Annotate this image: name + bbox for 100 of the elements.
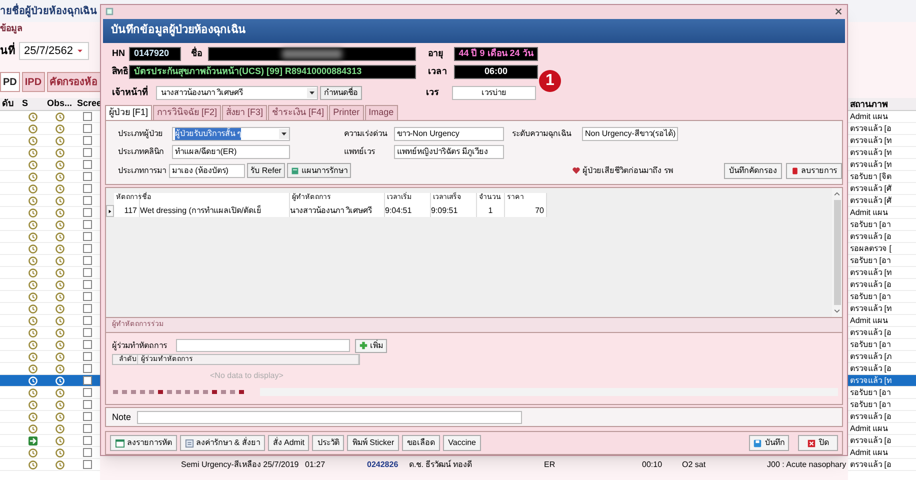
table-row[interactable] xyxy=(0,123,100,135)
checkbox[interactable] xyxy=(83,388,92,397)
set-name-button[interactable]: กำหนดชื่อ xyxy=(320,86,362,100)
table-row[interactable] xyxy=(0,339,100,351)
checkbox[interactable] xyxy=(83,124,92,133)
close-button[interactable]: ปิด xyxy=(798,435,838,452)
tab[interactable]: สั่งยา [F3] xyxy=(222,104,268,120)
table-row[interactable] xyxy=(0,135,100,147)
tab[interactable]: Image xyxy=(364,104,398,120)
checkbox[interactable] xyxy=(83,292,92,301)
treatment-plan-button[interactable]: แผนการรักษา xyxy=(287,163,352,178)
table-row[interactable] xyxy=(0,399,100,411)
table-row[interactable] xyxy=(0,159,100,171)
delete-button[interactable]: ลบรายการ xyxy=(786,162,842,179)
checkbox[interactable] xyxy=(83,244,92,253)
table-row[interactable] xyxy=(0,279,100,291)
table-row[interactable] xyxy=(0,375,100,387)
checkbox[interactable] xyxy=(83,184,92,193)
action-button[interactable]: พิมพ์ Sticker xyxy=(347,435,400,452)
checkbox[interactable] xyxy=(83,304,92,313)
tab[interactable]: ผู้ป่วย [F1] xyxy=(105,104,152,120)
table-row[interactable] xyxy=(0,183,100,195)
checkbox[interactable] xyxy=(83,400,92,409)
action-button[interactable]: ประวัติ xyxy=(312,435,344,452)
tab[interactable]: IPD xyxy=(22,72,45,92)
menu-item[interactable]: ข้อมูล xyxy=(0,22,23,36)
checkbox[interactable] xyxy=(83,376,92,385)
checkbox[interactable] xyxy=(83,316,92,325)
scroll-down-icon[interactable] xyxy=(833,307,841,316)
date-field[interactable]: 25/7/2562 xyxy=(19,42,89,60)
table-row[interactable] xyxy=(0,267,100,279)
table-row[interactable] xyxy=(0,111,100,123)
table-row[interactable] xyxy=(0,255,100,267)
assistant-input-field[interactable] xyxy=(176,339,350,352)
checkbox[interactable] xyxy=(83,136,92,145)
urgency-field[interactable]: ขาว-Non Urgency xyxy=(394,127,504,142)
refer-button[interactable]: รับ Refer xyxy=(246,163,286,178)
checkbox[interactable] xyxy=(83,340,92,349)
table-row[interactable] xyxy=(0,303,100,315)
save-screening-button[interactable]: บันทึกคัดกรอง xyxy=(724,162,782,179)
action-button[interactable]: ลงรายการหัต xyxy=(110,435,177,452)
add-button[interactable]: เพิ่ม xyxy=(355,338,387,352)
checkbox[interactable] xyxy=(83,172,92,181)
table-row[interactable] xyxy=(0,147,100,159)
emergency-level-field[interactable]: Non Urgency-สีขาว(รอได้) xyxy=(582,127,678,142)
table-row[interactable] xyxy=(0,459,100,471)
tab[interactable]: การวินิจฉัย [F2] xyxy=(153,104,222,120)
checkbox[interactable] xyxy=(83,220,92,229)
checkbox[interactable] xyxy=(83,148,92,157)
table-row[interactable] xyxy=(0,171,100,183)
checkbox[interactable] xyxy=(83,280,92,289)
checkbox[interactable] xyxy=(83,232,92,241)
table-row[interactable] xyxy=(0,423,100,435)
checkbox[interactable] xyxy=(83,412,92,421)
arrival-field[interactable]: มาเอง (ห้องบัตร) xyxy=(168,164,245,178)
table-row[interactable] xyxy=(0,315,100,327)
tab[interactable]: ชำระเงิน [F4] xyxy=(268,104,328,120)
checkbox[interactable] xyxy=(83,352,92,361)
checkbox[interactable] xyxy=(83,424,92,433)
vertical-scrollbar[interactable] xyxy=(832,188,842,318)
checkbox[interactable] xyxy=(83,112,92,121)
table-row[interactable] xyxy=(0,207,100,219)
table-row[interactable] xyxy=(0,351,100,363)
checkbox[interactable] xyxy=(83,460,92,469)
checkbox[interactable] xyxy=(83,160,92,169)
table-row[interactable] xyxy=(0,387,100,399)
checkbox[interactable] xyxy=(83,268,92,277)
table-row[interactable] xyxy=(0,243,100,255)
table-row[interactable] xyxy=(0,195,100,207)
tab[interactable]: คัดกรองห้อ xyxy=(46,72,101,92)
staff-dropdown[interactable]: นางสาวน้องนภา วิเศษศรี xyxy=(156,86,318,100)
table-cell-text: ตรวจแล้ว [ภ xyxy=(849,350,892,362)
checkbox[interactable] xyxy=(83,328,92,337)
clinic-field[interactable]: ทำแผล/ฉีดยา(ER) xyxy=(172,145,290,160)
scroll-up-icon[interactable] xyxy=(833,190,841,198)
patient-type-dropdown[interactable]: ผู้ป่วยรับบริการสั้น ๆ xyxy=(172,127,290,142)
checkbox[interactable] xyxy=(83,256,92,265)
table-row[interactable] xyxy=(0,447,100,459)
table-cell-text: ตรวจแล้ว [อ xyxy=(849,326,892,338)
table-row[interactable] xyxy=(0,291,100,303)
checkbox[interactable] xyxy=(83,208,92,217)
tab[interactable]: PD xyxy=(0,72,20,92)
checkbox[interactable] xyxy=(83,196,92,205)
note-input-field[interactable] xyxy=(137,410,522,424)
checkbox[interactable] xyxy=(83,436,92,445)
table-row[interactable] xyxy=(0,327,100,339)
table-row[interactable] xyxy=(0,231,100,243)
checkbox[interactable] xyxy=(83,448,92,457)
close-icon[interactable] xyxy=(834,7,843,16)
table-row[interactable] xyxy=(0,411,100,423)
action-button[interactable]: Vaccine xyxy=(443,435,481,452)
action-button[interactable]: ลงค่ารักษา & สั่งยา xyxy=(180,435,265,452)
table-row[interactable] xyxy=(0,219,100,231)
doctor-field[interactable]: แพทย์หญิงปาริฉัตร มีภูเวียง xyxy=(394,145,504,160)
action-button[interactable]: ขอเลือด xyxy=(402,435,440,452)
action-button[interactable]: สั่ง Admit xyxy=(268,435,310,452)
save-button[interactable]: บันทึก xyxy=(749,435,789,452)
table-row[interactable] xyxy=(0,435,100,447)
checkbox[interactable] xyxy=(83,364,92,373)
tab[interactable]: Printer xyxy=(329,104,364,120)
